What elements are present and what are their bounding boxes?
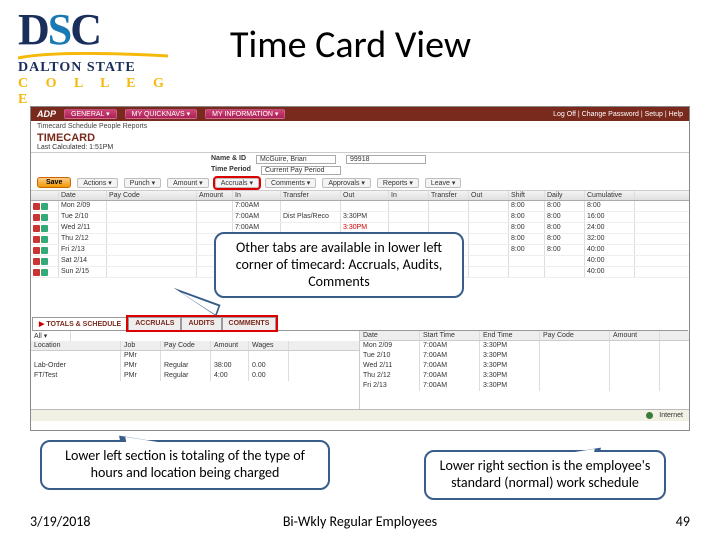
internet-icon — [646, 412, 653, 419]
college-logo: DSC DALTON STATE C O L L E G E — [18, 10, 188, 108]
nav-general[interactable]: GENERAL ▾ — [64, 109, 117, 119]
lower-tabs: ▶TOTALS & SCHEDULE ACCRUALS AUDITS COMME… — [32, 317, 688, 331]
adp-top-bar: ADP GENERAL ▾ MY QUICKNAVS ▾ MY INFORMAT… — [31, 107, 689, 121]
nav-quicknavs[interactable]: MY QUICKNAVS ▾ — [125, 109, 198, 119]
name-id: 99918 — [346, 155, 426, 164]
callout-other-tabs: Other tabs are available in lower left c… — [214, 232, 464, 298]
slide-title: Time Card View — [230, 22, 471, 68]
triangle-icon: ▶ — [39, 321, 44, 328]
tab-totals-schedule[interactable]: ▶TOTALS & SCHEDULE — [32, 317, 128, 330]
logo-line2: C O L L E G E — [18, 76, 188, 108]
name-value[interactable]: McGuire, Brian — [256, 155, 336, 164]
last-calculated: Last Calculated: 1:51PM — [31, 144, 689, 153]
tab-accruals[interactable]: ACCRUALS — [128, 317, 181, 330]
logo-line1: DALTON STATE — [18, 60, 188, 76]
top-right-links[interactable]: Log Off | Change Password | Setup | Help — [553, 111, 683, 118]
totals-panel: All ▾ Location Job Pay Code Amount Wages… — [31, 331, 360, 409]
tab-comments[interactable]: COMMENTS — [222, 317, 277, 330]
menu-comments[interactable]: Comments ▾ — [265, 178, 316, 188]
list-item[interactable]: Mon 2/097:00AM3:30PM — [360, 341, 689, 351]
tab-audits[interactable]: AUDITS — [181, 317, 221, 330]
status-bar: Internet — [31, 409, 689, 421]
callout-lower-left: Lower left section is totaling of the ty… — [40, 440, 330, 490]
menu-actions[interactable]: Actions ▾ — [77, 178, 117, 188]
sub-nav[interactable]: Timecard Schedule People Reports — [31, 121, 689, 132]
period-value[interactable]: Current Pay Period — [261, 166, 341, 175]
menu-accruals[interactable]: Accruals ▾ — [215, 178, 259, 188]
schedule-panel: Date Start Time End Time Pay Code Amount… — [360, 331, 689, 409]
list-item[interactable]: Tue 2/107:00AM3:30PM — [360, 351, 689, 361]
list-item[interactable]: FT/TestPMrRegular4:000.00 — [31, 371, 359, 381]
list-item[interactable]: PMr — [31, 351, 359, 361]
callout-lower-right: Lower right section is the employee's st… — [424, 450, 666, 500]
period-label: Time Period — [211, 166, 251, 175]
table-row[interactable]: Tue 2/10 7:00AMDist Plas/Reco 3:30PM 8:0… — [31, 212, 689, 223]
menu-reports[interactable]: Reports ▾ — [377, 178, 419, 188]
menu-leave[interactable]: Leave ▾ — [425, 178, 462, 188]
adp-logo: ADP — [37, 109, 56, 119]
name-label: Name & ID — [211, 155, 246, 164]
footer-page-number: 49 — [676, 513, 690, 530]
footer-center: Bi-Wkly Regular Employees — [0, 513, 720, 530]
list-item[interactable]: Fri 2/137:00AM3:30PM — [360, 381, 689, 391]
menu-punch[interactable]: Punch ▾ — [124, 178, 161, 188]
menu-approvals[interactable]: Approvals ▾ — [322, 178, 371, 188]
nav-myinfo[interactable]: MY INFORMATION ▾ — [205, 109, 285, 119]
menu-amount[interactable]: Amount ▾ — [167, 178, 209, 188]
totals-filter[interactable]: All ▾ — [34, 333, 47, 340]
list-item[interactable]: Wed 2/117:00AM3:30PM — [360, 361, 689, 371]
list-item[interactable]: Lab-OrderPMrRegular38:000.00 — [31, 361, 359, 371]
page-title: TIMECARD — [31, 132, 689, 144]
table-row[interactable]: Mon 2/09 7:00AM 8:008:008:00 — [31, 201, 689, 212]
logo-acronym: DSC — [18, 10, 188, 50]
list-item[interactable]: Thu 2/127:00AM3:30PM — [360, 371, 689, 381]
save-button[interactable]: Save — [37, 177, 71, 188]
timecard-grid-header: Date Pay Code Amount In Transfer Out In … — [31, 191, 689, 201]
